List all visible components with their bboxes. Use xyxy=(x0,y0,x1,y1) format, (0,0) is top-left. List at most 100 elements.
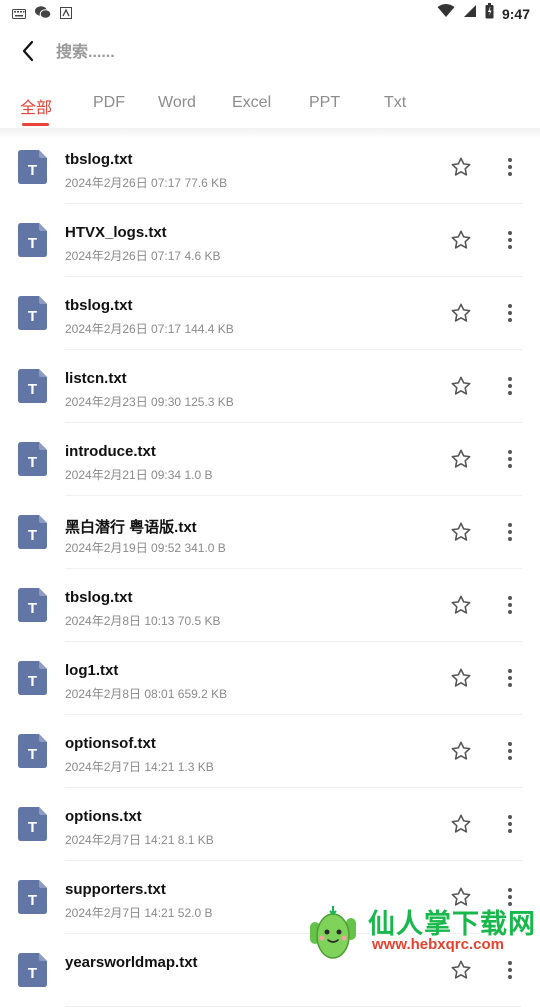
star-icon xyxy=(451,595,471,614)
file-row[interactable]: Tlog1.txt 2024年2月8日 08:01 659.2 KB xyxy=(0,642,540,715)
more-vert-dot xyxy=(508,530,512,534)
more-options-button[interactable] xyxy=(500,229,520,251)
search-header xyxy=(0,26,540,82)
favorite-button[interactable] xyxy=(450,667,472,689)
more-vert-dot xyxy=(508,975,512,979)
txt-file-icon: T xyxy=(18,369,47,403)
more-vert-dot xyxy=(508,238,512,242)
tab-all[interactable]: 全部 xyxy=(20,94,52,118)
txt-file-icon: T xyxy=(18,150,47,184)
file-size: 659.2 KB xyxy=(177,687,228,701)
more-vert-icon xyxy=(508,158,512,162)
file-icon-glyph: T xyxy=(28,527,37,544)
file-icon-glyph: T xyxy=(28,162,37,179)
favorite-button[interactable] xyxy=(450,959,472,981)
favorite-button[interactable] xyxy=(450,448,472,470)
txt-file-icon: T xyxy=(18,515,47,549)
file-name: 黑白潜行 粤语版.txt xyxy=(65,519,197,536)
more-options-button[interactable] xyxy=(500,375,520,397)
file-meta: 2024年2月26日 07:17 144.4 KB xyxy=(65,320,234,337)
tab-txt[interactable]: Txt xyxy=(384,94,406,112)
tab-ppt[interactable]: PPT xyxy=(309,94,340,112)
file-meta: 2024年2月7日 14:21 52.0 B xyxy=(65,904,212,921)
search-input[interactable] xyxy=(56,40,496,66)
star-icon xyxy=(451,376,471,395)
more-options-button[interactable] xyxy=(500,959,520,981)
more-vert-icon xyxy=(508,815,512,819)
file-size: 70.5 KB xyxy=(177,614,221,628)
favorite-button[interactable] xyxy=(450,594,472,616)
file-meta: 2024年2月21日 09:34 1.0 B xyxy=(65,466,212,483)
more-options-button[interactable] xyxy=(500,156,520,178)
file-row[interactable]: Toptions.txt 2024年2月7日 14:21 8.1 KB xyxy=(0,788,540,861)
more-options-button[interactable] xyxy=(500,813,520,835)
star-icon xyxy=(451,303,471,322)
star-icon xyxy=(451,960,471,979)
star-icon xyxy=(451,741,471,760)
file-name: supporters.txt xyxy=(65,881,166,898)
back-button[interactable] xyxy=(14,38,42,68)
app-icon xyxy=(60,6,72,24)
more-vert-dot xyxy=(508,749,512,753)
more-vert-icon xyxy=(508,961,512,965)
file-icon-glyph: T xyxy=(28,381,37,398)
more-vert-dot xyxy=(508,829,512,833)
file-size: 144.4 KB xyxy=(184,322,234,336)
more-vert-dot xyxy=(508,245,512,249)
file-icon-glyph: T xyxy=(28,892,37,909)
file-row[interactable]: Tintroduce.txt 2024年2月21日 09:34 1.0 B xyxy=(0,423,540,496)
more-options-button[interactable] xyxy=(500,448,520,470)
file-date: 2024年2月8日 10:13 xyxy=(65,614,175,628)
tab-word[interactable]: Word xyxy=(158,94,196,112)
file-name: options.txt xyxy=(65,808,142,825)
file-name: tbslog.txt xyxy=(65,297,133,314)
status-bar: 9:47 xyxy=(0,0,540,26)
more-options-button[interactable] xyxy=(500,594,520,616)
favorite-button[interactable] xyxy=(450,813,472,835)
more-vert-dot xyxy=(508,537,512,541)
file-row[interactable]: Toptionsof.txt 2024年2月7日 14:21 1.3 KB xyxy=(0,715,540,788)
favorite-button[interactable] xyxy=(450,521,472,543)
favorite-button[interactable] xyxy=(450,375,472,397)
file-icon-glyph: T xyxy=(28,308,37,325)
file-size: 77.6 KB xyxy=(184,176,228,190)
status-time: 9:47 xyxy=(501,5,530,22)
file-meta: 2024年2月8日 10:13 70.5 KB xyxy=(65,612,220,629)
tab-excel[interactable]: Excel xyxy=(232,94,271,112)
tab-pdf[interactable]: PDF xyxy=(93,94,125,112)
file-meta: 2024年2月7日 14:21 8.1 KB xyxy=(65,831,214,848)
more-vert-dot xyxy=(508,318,512,322)
file-date: 2024年2月26日 07:17 xyxy=(65,322,182,336)
more-vert-icon xyxy=(508,304,512,308)
favorite-button[interactable] xyxy=(450,740,472,762)
file-row[interactable]: Ttbslog.txt 2024年2月26日 07:17 144.4 KB xyxy=(0,277,540,350)
file-date: 2024年2月21日 09:34 xyxy=(65,468,182,482)
file-row[interactable]: T 黑白潜行 粤语版.txt 2024年2月19日 09:52 341.0 B xyxy=(0,496,540,569)
more-options-button[interactable] xyxy=(500,740,520,762)
more-vert-dot xyxy=(508,968,512,972)
file-date: 2024年2月7日 14:21 xyxy=(65,833,175,847)
more-options-button[interactable] xyxy=(500,302,520,324)
wechat-icon xyxy=(35,6,52,24)
favorite-button[interactable] xyxy=(450,229,472,251)
favorite-button[interactable] xyxy=(450,302,472,324)
file-name: optionsof.txt xyxy=(65,735,156,752)
txt-file-icon: T xyxy=(18,588,47,622)
file-icon-glyph: T xyxy=(28,673,37,690)
file-size: 125.3 KB xyxy=(184,395,234,409)
file-meta: 2024年2月26日 07:17 77.6 KB xyxy=(65,174,227,191)
file-size: 341.0 B xyxy=(184,541,226,555)
more-vert-dot xyxy=(508,683,512,687)
chevron-left-icon xyxy=(21,40,35,67)
file-row[interactable]: Tlistcn.txt 2024年2月23日 09:30 125.3 KB xyxy=(0,350,540,423)
favorite-button[interactable] xyxy=(450,156,472,178)
file-row[interactable]: Ttbslog.txt 2024年2月8日 10:13 70.5 KB xyxy=(0,569,540,642)
file-size: 1.3 KB xyxy=(177,760,214,774)
file-icon-glyph: T xyxy=(28,600,37,617)
file-row[interactable]: T HTVX_logs.txt 2024年2月26日 07:17 4.6 KB xyxy=(0,204,540,277)
more-vert-dot xyxy=(508,172,512,176)
file-date: 2024年2月7日 14:21 xyxy=(65,906,175,920)
more-options-button[interactable] xyxy=(500,667,520,689)
more-options-button[interactable] xyxy=(500,521,520,543)
file-row[interactable]: Ttbslog.txt 2024年2月26日 07:17 77.6 KB xyxy=(0,131,540,204)
